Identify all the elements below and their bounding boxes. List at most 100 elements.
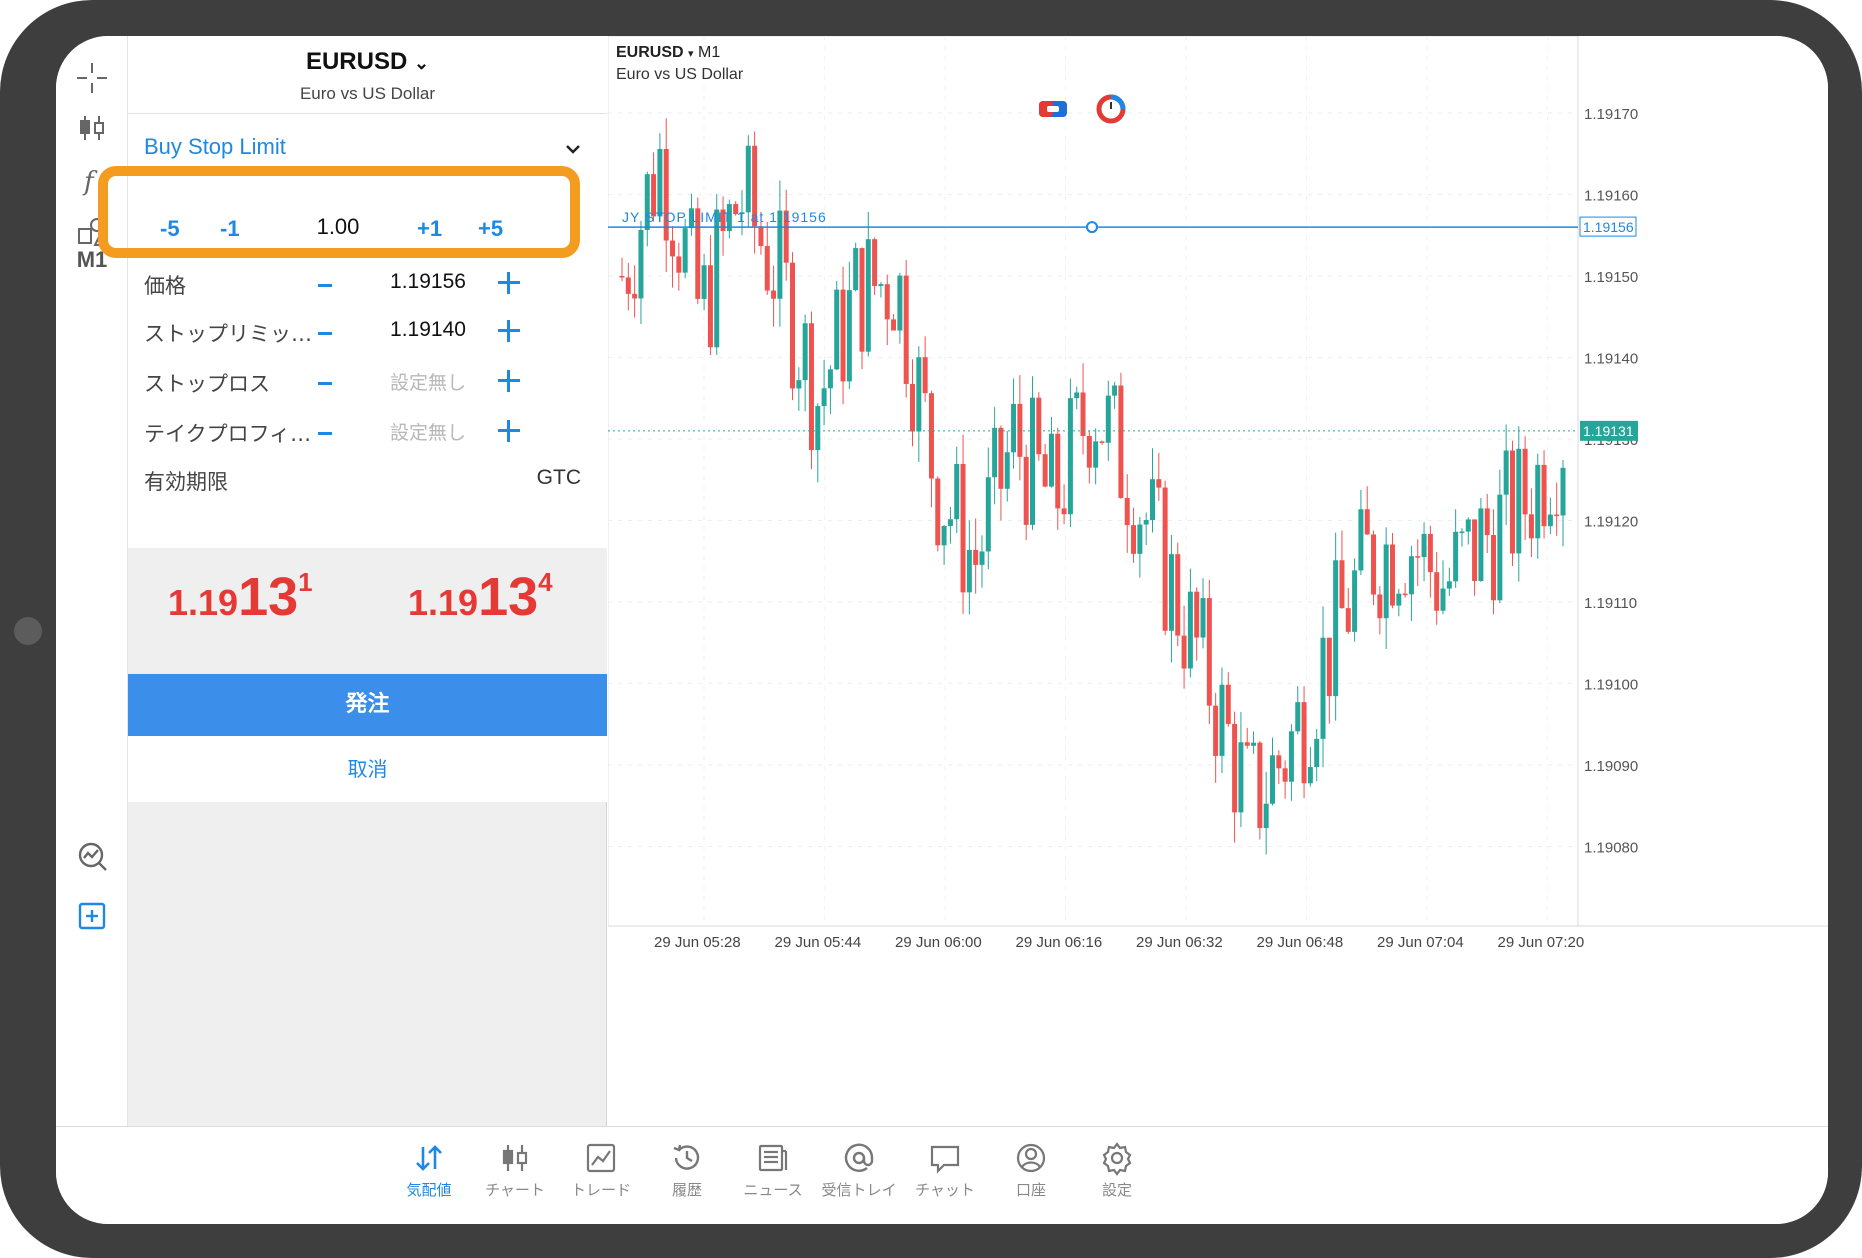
crosshair-icon[interactable]: [56, 50, 128, 106]
candle-body: [1522, 448, 1528, 515]
price-tick-label: 1.19090: [1584, 758, 1638, 775]
home-button[interactable]: [14, 617, 42, 645]
market-timer-icon[interactable]: [1094, 92, 1128, 126]
candle-body: [1263, 803, 1269, 829]
candle-body: [701, 265, 707, 299]
mailbox-icon: [844, 1143, 874, 1172]
candle-body: [1541, 464, 1547, 527]
candle-body: [1427, 533, 1433, 573]
candle-body: [1080, 392, 1086, 437]
candle-body: [1232, 723, 1238, 813]
order-line-handle[interactable]: [1086, 221, 1098, 234]
volume-plus1-button[interactable]: +1: [417, 216, 442, 242]
bottom-navigation: 気配値 チャート トレード 履歴 ニュース 受信トレイ チャット 口座 設定: [56, 1126, 1828, 1224]
symbol-selector[interactable]: EURUSD ⌄: [128, 48, 607, 76]
take-profit-field: テイクプロフィ… 設定無し: [128, 410, 607, 460]
candle-body: [834, 289, 840, 370]
price-minus-button[interactable]: [316, 264, 336, 304]
candle-body: [625, 277, 631, 294]
candle-body: [859, 248, 865, 352]
nav-news[interactable]: ニュース: [723, 1135, 823, 1215]
candle-body: [1295, 702, 1301, 732]
order-line-label: JY STOP LIMIT 1 at 1.19156: [622, 209, 827, 225]
candle-body: [764, 246, 770, 291]
quotes-icon: [416, 1145, 442, 1171]
candle-body: [985, 477, 991, 552]
candle-body: [1074, 392, 1080, 399]
order-type-select[interactable]: Buy Stop Limit: [144, 134, 286, 160]
candle-body: [1554, 514, 1560, 517]
stop-limit-value[interactable]: 1.19140: [358, 318, 498, 342]
candle-body: [947, 519, 953, 527]
candle-body: [1383, 544, 1389, 619]
signals-icon[interactable]: [56, 828, 128, 884]
price-value[interactable]: 1.19156: [358, 270, 498, 294]
take-profit-minus-button[interactable]: [316, 412, 336, 452]
chevron-down-icon[interactable]: [558, 134, 588, 164]
nav-chat[interactable]: チャット: [895, 1135, 995, 1215]
indicators-icon[interactable]: f: [56, 152, 128, 208]
candle-body: [1251, 742, 1257, 746]
new-order-icon[interactable]: [56, 888, 128, 944]
stop-loss-minus-button[interactable]: [316, 362, 336, 402]
candle-body: [1048, 433, 1054, 487]
take-profit-value[interactable]: 設定無し: [358, 418, 498, 445]
chevron-down-icon: ⌄: [413, 53, 430, 73]
candle-body: [1061, 508, 1067, 515]
nav-mailbox[interactable]: 受信トレイ: [809, 1135, 909, 1215]
nav-settings[interactable]: 設定: [1067, 1135, 1167, 1215]
time-tick-label: 29 Jun 05:44: [775, 934, 862, 951]
nav-quotes[interactable]: 気配値: [379, 1135, 479, 1215]
chart-type-icon[interactable]: [56, 100, 128, 156]
candle-body: [1257, 742, 1263, 829]
candle-body: [1301, 702, 1307, 784]
candle-body: [865, 239, 871, 352]
candle-body: [1124, 497, 1130, 526]
price-quotes: 1.19131 1.19134: [128, 548, 607, 674]
stop-limit-plus-button[interactable]: [494, 316, 524, 346]
nav-history[interactable]: 履歴: [637, 1135, 737, 1215]
candle-body: [979, 551, 985, 565]
candle-body: [897, 275, 903, 331]
candle-body: [1030, 397, 1036, 525]
candle-body: [954, 463, 960, 520]
stop-loss-plus-button[interactable]: [494, 366, 524, 396]
candle-body: [1200, 598, 1206, 638]
expiry-select[interactable]: GTC: [537, 466, 581, 490]
price-plus-button[interactable]: [494, 268, 524, 298]
expiry-label: 有効期限: [144, 470, 228, 494]
current-price-label: 1.19131: [1583, 423, 1634, 439]
candle-body: [1112, 385, 1118, 396]
timeframe-button[interactable]: M1: [56, 232, 128, 288]
volume-minus5-button[interactable]: -5: [160, 216, 180, 242]
candle-body: [1105, 395, 1111, 443]
take-profit-plus-button[interactable]: [494, 416, 524, 446]
volume-minus1-button[interactable]: -1: [220, 216, 240, 242]
candle-body: [1560, 467, 1566, 516]
volume-plus5-button[interactable]: +5: [478, 216, 503, 242]
stop-loss-value[interactable]: 設定無し: [358, 368, 498, 395]
candle-body: [1345, 608, 1351, 632]
place-order-button[interactable]: 発注: [128, 674, 607, 736]
price-chart[interactable]: 1.191701.191601.191501.191401.191301.191…: [608, 36, 1828, 1126]
candle-body: [1055, 433, 1061, 509]
cancel-button[interactable]: 取消: [128, 736, 607, 802]
candle-body: [1459, 531, 1465, 534]
nav-chart[interactable]: チャート: [465, 1135, 565, 1215]
nav-label: チャット: [915, 1181, 975, 1199]
nav-account[interactable]: 口座: [981, 1135, 1081, 1215]
candle-body: [1389, 544, 1395, 606]
candle-body: [1162, 487, 1168, 631]
one-click-trading-icon[interactable]: [1036, 92, 1070, 126]
candle-body: [1364, 509, 1370, 535]
candle-body: [714, 209, 720, 348]
nav-trade[interactable]: トレード: [551, 1135, 651, 1215]
candle-body: [1099, 441, 1105, 443]
stop-limit-minus-button[interactable]: [316, 312, 336, 352]
volume-value[interactable]: 1.00: [298, 214, 378, 240]
candle-body: [1339, 560, 1345, 609]
news-icon: [758, 1144, 788, 1172]
chart-canvas[interactable]: 1.191701.191601.191501.191401.191301.191…: [608, 36, 1828, 1126]
candle-body: [827, 369, 833, 389]
candle-body: [1282, 768, 1288, 782]
